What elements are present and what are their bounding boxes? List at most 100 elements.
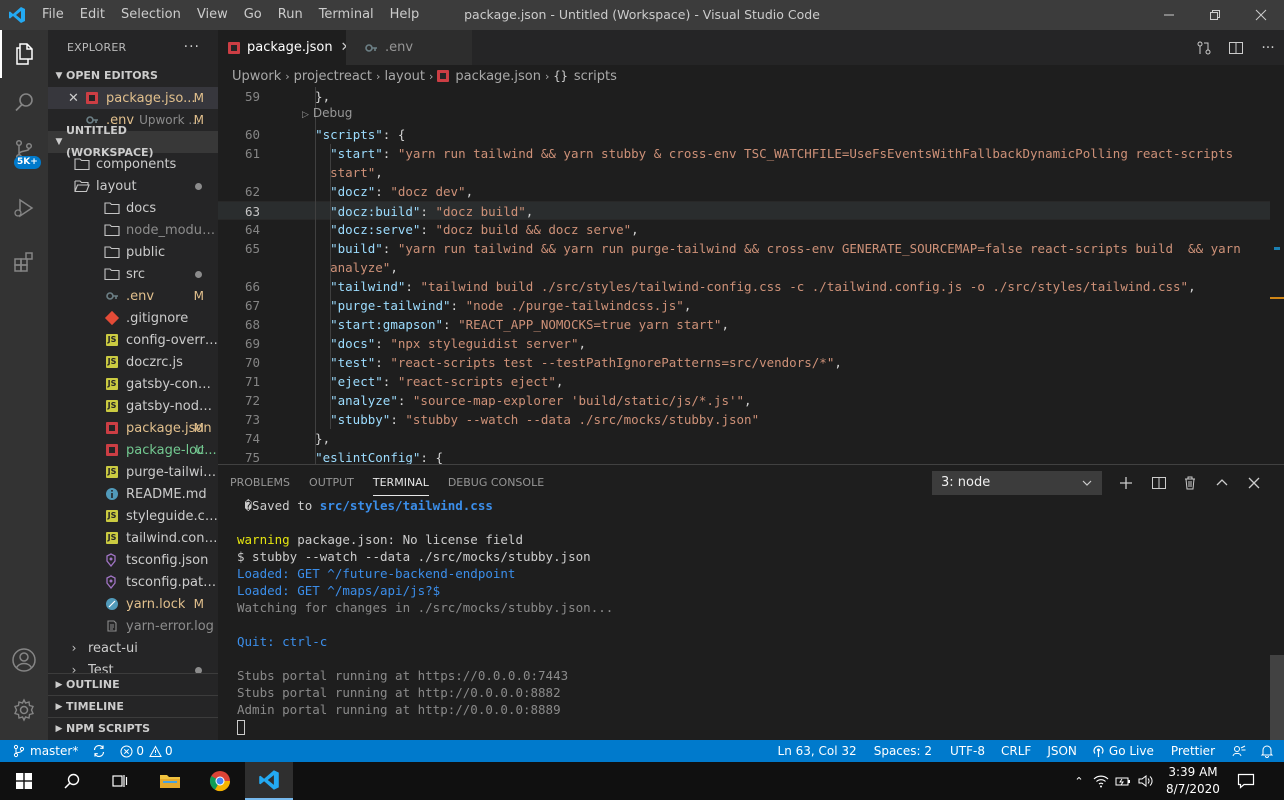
breadcrumb-item[interactable]: layout — [384, 69, 425, 84]
tree-item[interactable]: yarn.lock M — [48, 593, 218, 615]
more-actions-icon[interactable]: ··· — [1252, 30, 1284, 65]
file-explorer-icon[interactable] — [146, 762, 194, 800]
tree-item[interactable]: public — [48, 241, 218, 263]
taskbar-clock[interactable]: 3:39 AM 8/7/2020 — [1164, 764, 1222, 798]
battery-icon[interactable] — [1112, 775, 1134, 787]
tree-item[interactable]: JS tailwind.config.js — [48, 527, 218, 549]
feedback-icon[interactable] — [1225, 740, 1253, 762]
menu-help[interactable]: Help — [382, 0, 428, 30]
sync-button[interactable] — [85, 740, 113, 762]
outline-header[interactable]: ▶ OUTLINE — [48, 673, 218, 695]
tree-item[interactable]: .env M — [48, 285, 218, 307]
tree-item[interactable]: JS gatsby-config.js — [48, 373, 218, 395]
explorer-icon[interactable] — [0, 30, 48, 78]
tree-item[interactable]: tsconfig.json — [48, 549, 218, 571]
tree-item[interactable]: JS styleguide.config.js — [48, 505, 218, 527]
vscode-taskbar-icon[interactable] — [245, 762, 293, 800]
tree-item[interactable]: docs — [48, 197, 218, 219]
overview-ruler[interactable] — [1270, 87, 1284, 464]
tab-output[interactable]: OUTPUT — [309, 465, 354, 500]
search-icon[interactable] — [0, 78, 48, 126]
maximize-panel-icon[interactable] — [1210, 471, 1234, 495]
encoding[interactable]: UTF-8 — [942, 740, 993, 762]
menu-edit[interactable]: Edit — [72, 0, 113, 30]
end-of-line[interactable]: CRLF — [993, 740, 1039, 762]
tree-item[interactable]: JS purge-tailwindcss.... — [48, 461, 218, 483]
menu-selection[interactable]: Selection — [113, 0, 189, 30]
tree-item[interactable]: src — [48, 263, 218, 285]
indentation[interactable]: Spaces: 2 — [864, 740, 942, 762]
terminal-output[interactable]: �Saved to src/styles/tailwind.css warnin… — [237, 497, 1267, 735]
close-icon[interactable]: ✕ — [68, 91, 80, 106]
git-branch[interactable]: master* — [0, 740, 85, 762]
extensions-icon[interactable] — [0, 238, 48, 286]
tab-debug-console[interactable]: DEBUG CONSOLE — [448, 465, 544, 500]
tree-item[interactable]: › react-ui — [48, 637, 218, 659]
open-editors-header[interactable]: ▼ OPEN EDITORS — [48, 65, 218, 87]
source-control-icon[interactable]: 5K+ — [0, 126, 48, 174]
tree-item[interactable]: JS config-overrides.js — [48, 329, 218, 351]
tree-item[interactable]: node_modules — [48, 219, 218, 241]
tree-item[interactable]: README.md — [48, 483, 218, 505]
accounts-icon[interactable] — [0, 636, 48, 684]
open-editor-env[interactable]: .env Upwork ... M — [48, 109, 218, 131]
menu-run[interactable]: Run — [270, 0, 311, 30]
breadcrumb-item[interactable]: package.json — [455, 69, 541, 84]
tree-item[interactable]: package-loc... U — [48, 439, 218, 461]
windows-start-icon[interactable] — [0, 762, 48, 800]
volume-icon[interactable] — [1134, 774, 1156, 788]
tree-item[interactable]: layout — [48, 175, 218, 197]
more-actions-icon[interactable]: ··· — [184, 30, 200, 65]
workspace-header[interactable]: ▼ UNTITLED (WORKSPACE) — [48, 124, 218, 159]
tab-problems[interactable]: PROBLEMS — [230, 465, 290, 500]
taskbar-search-icon[interactable] — [48, 762, 96, 800]
menu-go[interactable]: Go — [236, 0, 270, 30]
restore-button[interactable] — [1192, 0, 1238, 30]
breadcrumb-item[interactable]: scripts — [574, 69, 617, 84]
open-editor-package-json[interactable]: ✕ package.jso... M — [48, 87, 218, 109]
timeline-header[interactable]: ▶ TIMELINE — [48, 695, 218, 717]
tree-item[interactable]: JS doczrc.js — [48, 351, 218, 373]
terminal-select[interactable]: 3: node — [932, 471, 1102, 495]
tree-item[interactable]: .gitignore — [48, 307, 218, 329]
codelens-debug[interactable]: ▷ Debug — [302, 106, 352, 120]
tree-item[interactable]: JS gatsby-node.js — [48, 395, 218, 417]
tree-item[interactable]: components — [48, 153, 218, 175]
tab-package-json[interactable]: package.json ✕ — [218, 30, 352, 65]
problems-indicator[interactable]: 0 0 — [113, 740, 179, 762]
chevron-up-icon[interactable]: ⌃ — [1068, 775, 1090, 788]
run-debug-icon[interactable] — [0, 184, 48, 232]
code-editor[interactable]: 59 }, 60 "scripts": {61 "start": "yarn ru… — [218, 87, 1284, 464]
split-editor-icon[interactable] — [1220, 30, 1252, 65]
menu-file[interactable]: File — [34, 0, 72, 30]
task-view-icon[interactable] — [96, 762, 144, 800]
vscode-logo-icon[interactable] — [0, 0, 34, 30]
menu-terminal[interactable]: Terminal — [311, 0, 382, 30]
close-window-button[interactable] — [1238, 0, 1284, 30]
breadcrumb-item[interactable]: projectreact — [294, 69, 372, 84]
notifications-bell-icon[interactable] — [1253, 740, 1284, 762]
minimize-button[interactable] — [1146, 0, 1192, 30]
settings-gear-icon[interactable] — [0, 686, 48, 734]
split-terminal-icon[interactable] — [1147, 471, 1171, 495]
terminal-scrollbar[interactable] — [1270, 655, 1284, 741]
tab-terminal[interactable]: TERMINAL — [372, 465, 429, 500]
new-terminal-icon[interactable] — [1114, 471, 1138, 495]
kill-terminal-icon[interactable] — [1178, 471, 1202, 495]
chrome-icon[interactable] — [196, 762, 244, 800]
menu-view[interactable]: View — [189, 0, 236, 30]
prettier-status[interactable]: Prettier — [1161, 740, 1225, 762]
wifi-icon[interactable] — [1090, 774, 1112, 788]
tree-item[interactable]: tsconfig.paths.json — [48, 571, 218, 593]
notifications-icon[interactable] — [1224, 762, 1268, 800]
npm-scripts-header[interactable]: ▶ NPM SCRIPTS — [48, 717, 218, 739]
tab-env[interactable]: .env — [346, 30, 472, 65]
close-panel-icon[interactable] — [1242, 471, 1266, 495]
tree-item[interactable]: package.json M — [48, 417, 218, 439]
tree-item[interactable]: yarn-error.log — [48, 615, 218, 637]
language-mode[interactable]: JSON — [1039, 740, 1085, 762]
breadcrumb-item[interactable]: Upwork — [232, 69, 281, 84]
cursor-position[interactable]: Ln 63, Col 32 — [771, 740, 864, 762]
open-changes-icon[interactable] — [1188, 30, 1220, 65]
go-live-button[interactable]: Go Live — [1085, 740, 1161, 762]
